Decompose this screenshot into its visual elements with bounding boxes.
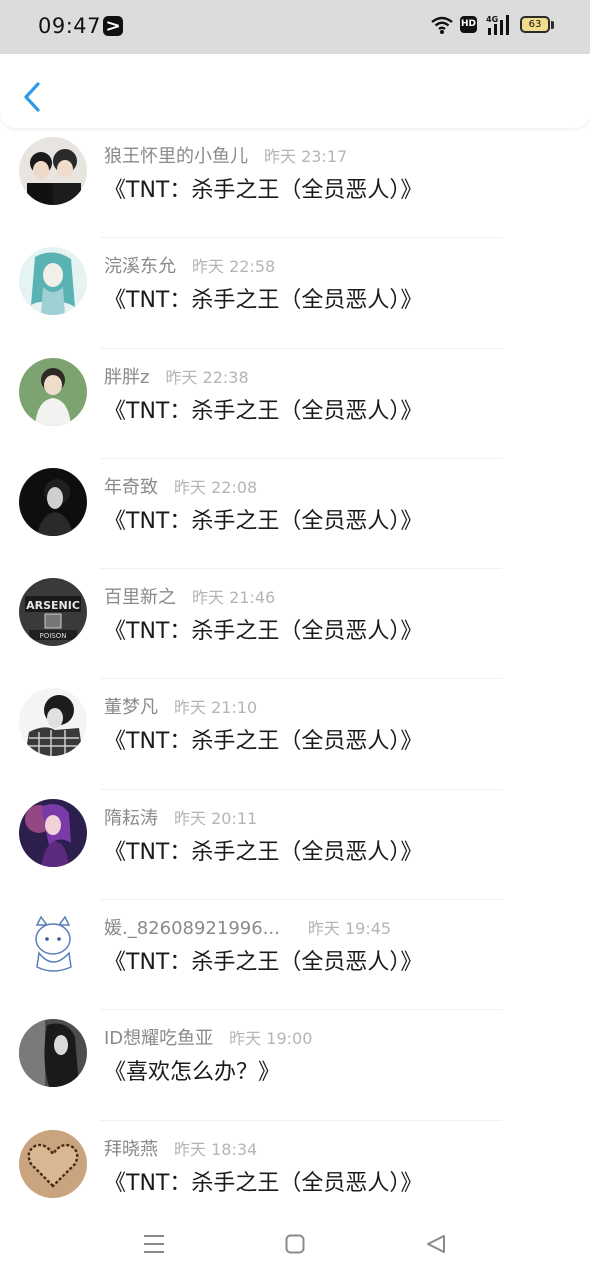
hd-icon: HD (460, 16, 477, 33)
avatar[interactable] (19, 1019, 87, 1088)
sender-name: 董梦凡 昨天 21:10 (104, 693, 257, 719)
message-time: 昨天 21:46 (192, 588, 276, 608)
message-time: 昨天 19:00 (229, 1029, 313, 1049)
sender-name: 媛._82608921996... 昨天 19:45 (104, 914, 391, 940)
list-item[interactable]: 浣溪东允 昨天 22:58 《TNT：杀手之王（全员恶人）》 (0, 238, 590, 349)
message-title: 《TNT：杀手之王（全员恶人）》 (104, 178, 423, 203)
list-item[interactable]: 年奇致 昨天 22:08 《TNT：杀手之王（全员恶人）》 (0, 459, 590, 570)
message-title: 《TNT：杀手之王（全员恶人）》 (104, 839, 423, 865)
sender-name: 狼王怀里的小鱼儿 昨天 23:17 (104, 142, 347, 168)
avatar[interactable] (19, 357, 87, 426)
svg-text:ARSENIC: ARSENIC (26, 599, 80, 612)
sender-name-text: 百里新之 (104, 587, 176, 609)
signal-4g-icon: 4G (486, 15, 509, 35)
message-title: 《TNT：杀手之王（全员恶人）》 (104, 288, 423, 314)
avatar[interactable] (19, 1129, 87, 1198)
signal-label: 4G (486, 15, 498, 24)
sender-name-text: 董梦凡 (104, 697, 158, 719)
sender-name-text: 胖胖z (104, 366, 150, 388)
sender-name-text: 媛._82608921996... (104, 918, 280, 940)
status-time: 09:47 (38, 14, 102, 38)
message-title: 《TNT：杀手之王（全员恶人）》 (104, 729, 423, 755)
top-app-bar (0, 54, 590, 128)
message-time: 昨天 19:45 (307, 919, 392, 939)
message-title: 《喜欢怎么办？》 (104, 1060, 281, 1086)
menu-icon[interactable] (143, 1234, 165, 1254)
sender-name-text: 浣溪东允 (104, 256, 176, 278)
list-item[interactable]: 董梦凡 昨天 21:10 《TNT：杀手之王（全员恶人）》 (0, 679, 590, 790)
sender-name: 拜晓燕 昨天 18:34 (104, 1135, 257, 1161)
message-time: 昨天 18:34 (174, 1139, 258, 1159)
list-item[interactable]: ID想耀吃鱼亚 昨天 19:00 《喜欢怎么办？》 (0, 1010, 590, 1121)
message-time: 昨天 22:58 (192, 257, 276, 277)
back-button[interactable] (18, 80, 48, 114)
avatar[interactable] (19, 798, 87, 867)
sender-name: 百里新之 昨天 21:46 (104, 583, 275, 609)
message-title: 《TNT：杀手之王（全员恶人）》 (104, 950, 423, 976)
message-time: 昨天 22:08 (174, 477, 258, 497)
list-item[interactable]: 媛._82608921996... 昨天 19:45 《TNT：杀手之王（全员恶人… (0, 900, 590, 1011)
avatar[interactable] (19, 909, 87, 978)
message-title: 《TNT：杀手之王（全员恶人）》 (104, 398, 423, 424)
list-item[interactable]: 狼王怀里的小鱼儿 昨天 23:17 《TNT：杀手之王（全员恶人）》 (0, 128, 590, 239)
sender-name-text: 拜晓燕 (104, 1138, 158, 1160)
message-time: 昨天 21:10 (174, 698, 258, 718)
back-triangle-icon[interactable] (426, 1234, 446, 1254)
sender-name-text: ID想耀吃鱼亚 (104, 1028, 214, 1050)
sender-name-text: 狼王怀里的小鱼儿 (104, 146, 248, 167)
list-item[interactable]: 胖胖z 昨天 22:38 《TNT：杀手之王（全员恶人）》 (0, 349, 590, 459)
message-title: 《TNT：杀手之王（全员恶人）》 (104, 619, 423, 645)
sender-name: 年奇致 昨天 22:08 (104, 473, 257, 499)
message-title: 《TNT：杀手之王（全员恶人）》 (104, 508, 423, 534)
avatar[interactable]: ARSENIC POISON (19, 578, 87, 647)
list-item[interactable]: 拜晓燕 昨天 18:34 《TNT：杀手之王（全员恶人）》 (0, 1121, 590, 1210)
list-item[interactable]: ARSENIC POISON 百里新之 昨天 21:46 《TNT：杀手之王（全员… (0, 569, 590, 680)
message-title: 《TNT：杀手之王（全员恶人）》 (104, 1170, 423, 1196)
sender-name: 隋耘涛 昨天 20:11 (104, 804, 257, 830)
capcut-app-icon (103, 16, 123, 36)
avatar[interactable] (19, 137, 87, 205)
sender-name: 胖胖z 昨天 22:38 (104, 363, 249, 389)
message-time: 昨天 23:17 (264, 147, 348, 166)
wifi-icon (431, 16, 453, 34)
avatar[interactable] (19, 688, 87, 757)
battery-icon: 63 (520, 16, 550, 33)
message-time: 昨天 22:38 (165, 367, 249, 387)
sender-name: 浣溪东允 昨天 22:58 (104, 252, 275, 278)
avatar[interactable] (19, 467, 87, 536)
chevron-left-icon (24, 82, 40, 112)
svg-text:POISON: POISON (40, 632, 67, 640)
sender-name: ID想耀吃鱼亚 昨天 19:00 (104, 1024, 312, 1050)
sender-name-text: 隋耘涛 (104, 807, 158, 829)
list-item[interactable]: 隋耘涛 昨天 20:11 《TNT：杀手之王（全员恶人）》 (0, 790, 590, 901)
battery-cap (551, 21, 554, 29)
home-square-icon[interactable] (285, 1234, 305, 1254)
message-time: 昨天 20:11 (174, 808, 258, 828)
avatar[interactable] (19, 247, 87, 316)
message-list: 狼王怀里的小鱼儿 昨天 23:17 《TNT：杀手之王（全员恶人）》 浣溪东允 昨天… (0, 128, 590, 1210)
sender-name-text: 年奇致 (104, 476, 158, 498)
